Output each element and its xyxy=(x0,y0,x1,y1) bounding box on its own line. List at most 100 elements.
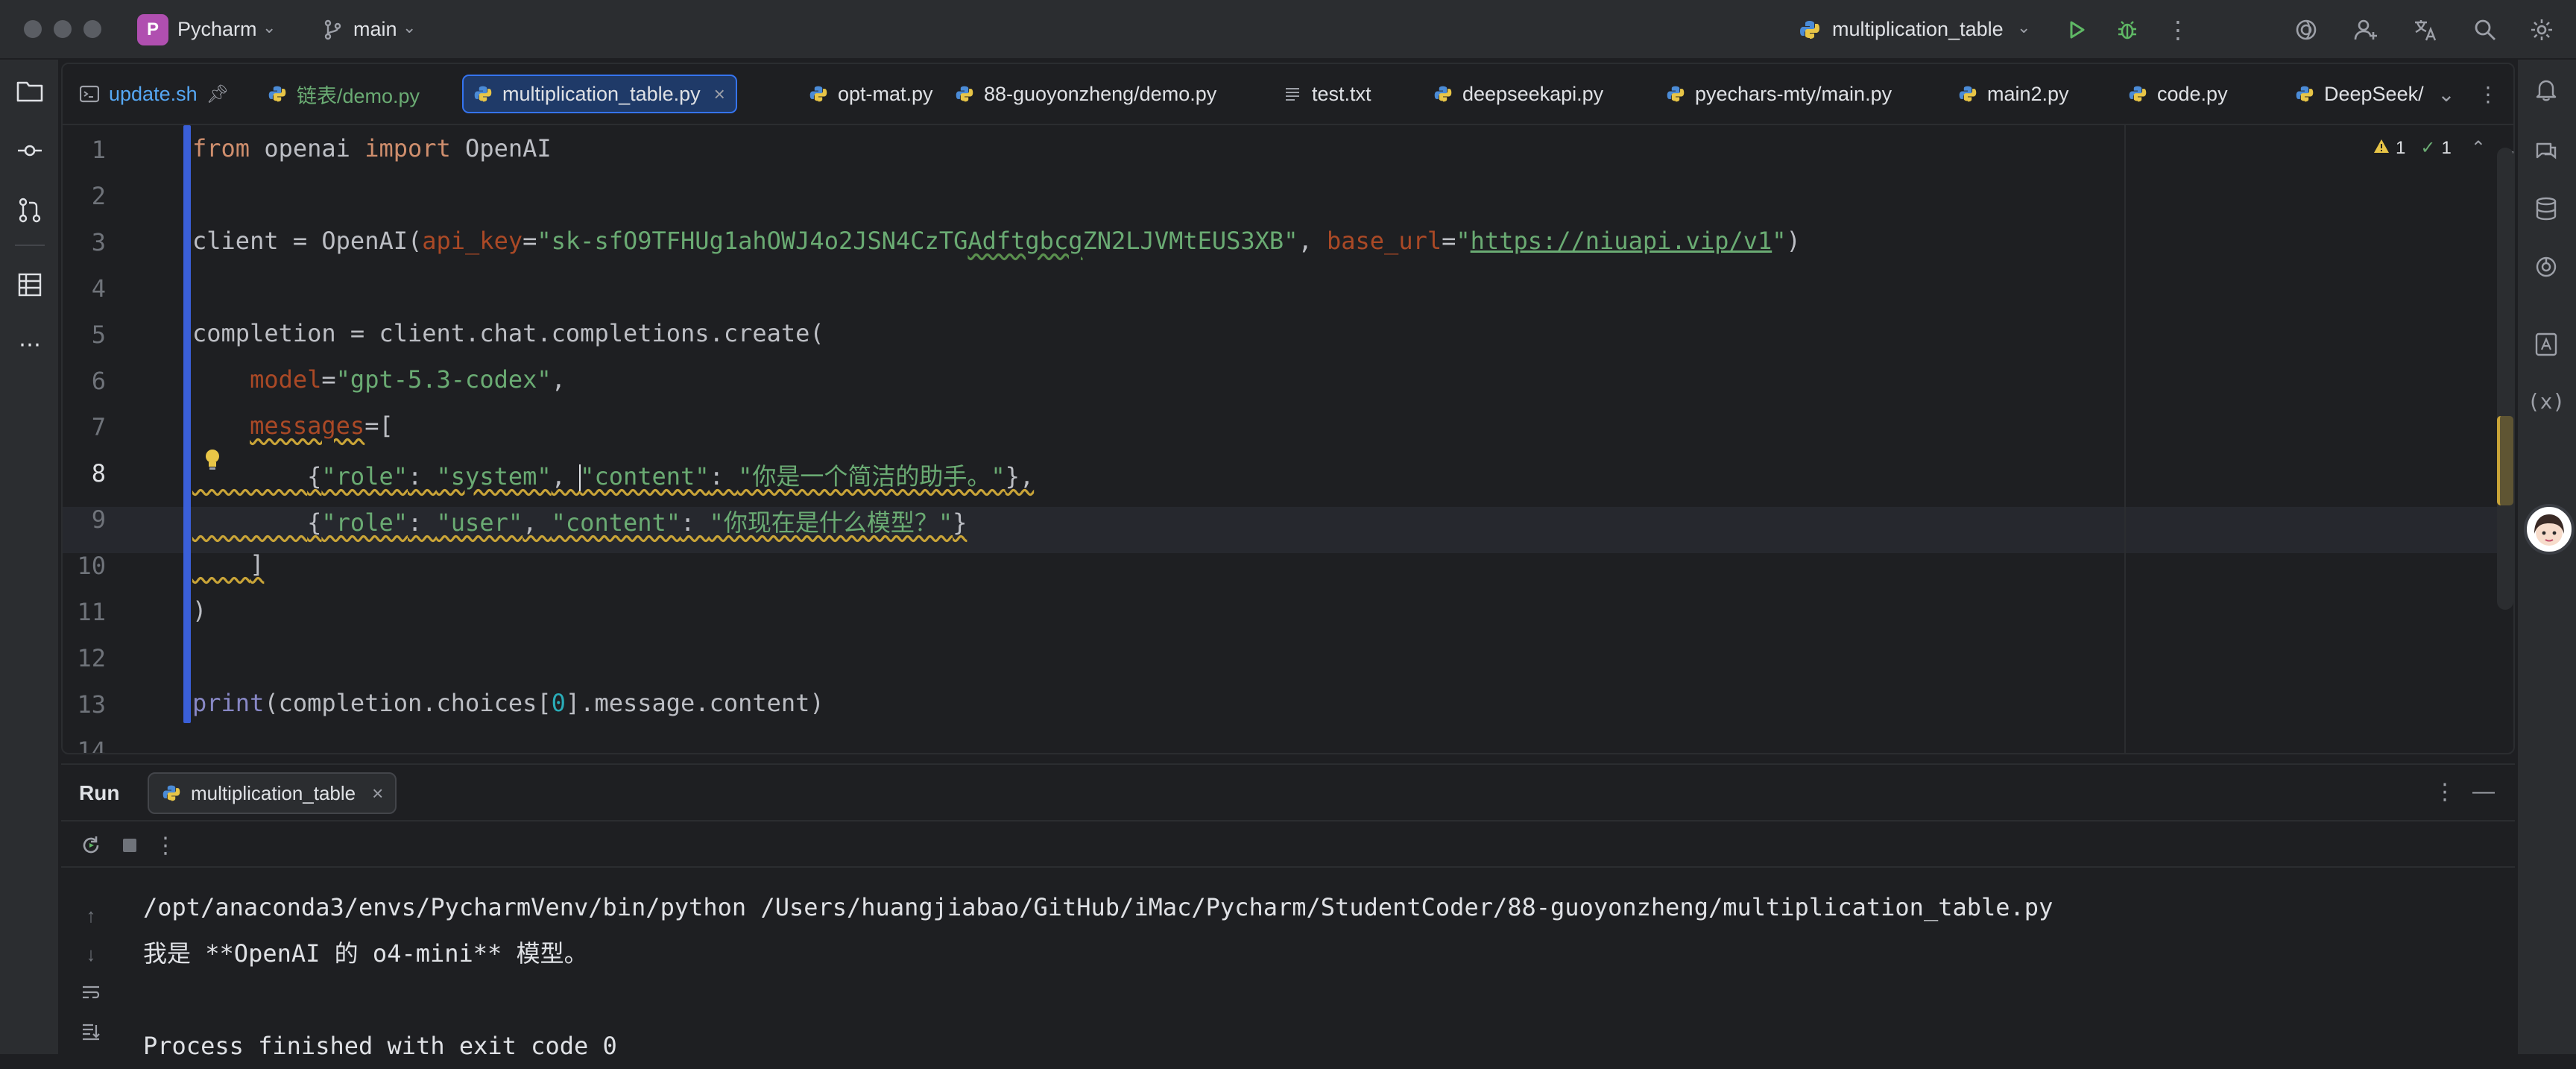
line-number: 14 xyxy=(77,737,106,754)
add-user-icon[interactable] xyxy=(2349,13,2382,46)
minimize-panel-icon[interactable]: — xyxy=(2470,778,2497,805)
pull-requests-icon[interactable] xyxy=(13,194,46,227)
code-area[interactable]: 1 2 3 4 5 6 7 8 9 10 11 12 13 14 from op… xyxy=(63,125,2513,754)
soft-wrap-icon[interactable] xyxy=(78,980,104,1006)
scroll-down-arrow-icon[interactable]: ↓ xyxy=(78,941,104,968)
tab-label: 88-guoyonzheng/demo.py xyxy=(984,82,1217,105)
python-icon xyxy=(1957,83,1978,104)
code-line-7: messages=[ xyxy=(250,411,394,440)
tab-overflow-chevron-icon[interactable]: ⌄ xyxy=(2433,81,2460,107)
branch-name[interactable]: main xyxy=(353,18,397,41)
tab-update-sh[interactable]: update.sh 📌︎ xyxy=(79,75,229,113)
commit-icon[interactable] xyxy=(13,134,46,167)
console-line: /opt/anaconda3/envs/PycharmVenv/bin/pyth… xyxy=(143,893,2053,921)
close-icon[interactable]: × xyxy=(714,83,725,106)
inspection-widget[interactable]: 1 ✓ 1 ⌃ ⌄ xyxy=(2373,137,2513,159)
url-link[interactable]: https://niuapi.vip/v1 xyxy=(1471,227,1772,255)
close-icon[interactable]: × xyxy=(372,782,383,805)
more-vertical-icon[interactable]: ⋮ xyxy=(2475,81,2501,107)
git-branch-icon[interactable] xyxy=(316,13,349,46)
tab-label: multiplication_table.py xyxy=(502,82,701,105)
tab-linked-list-demo[interactable]: 链表/demo.py xyxy=(267,75,420,113)
font-dictionary-icon[interactable] xyxy=(2530,328,2563,361)
run-toolbar: ⋮ xyxy=(61,823,2515,868)
run-tab-multiplication-table[interactable]: multiplication_table × xyxy=(148,772,397,814)
tab-test-txt[interactable]: test.txt xyxy=(1282,75,1371,113)
avatar[interactable] xyxy=(2524,504,2575,555)
code-line-6: model="gpt-5.3-codex", xyxy=(250,365,566,394)
editor-scrollbar[interactable] xyxy=(2497,148,2513,610)
chevron-down-icon[interactable]: ⌄ xyxy=(402,18,416,37)
tab-code[interactable]: code.py xyxy=(2127,75,2228,113)
python-icon xyxy=(1665,83,1686,104)
structure-icon[interactable] xyxy=(13,268,46,301)
line-number: 6 xyxy=(91,367,106,395)
check-icon: ✓ xyxy=(2420,138,2436,158)
shell-script-icon xyxy=(79,83,100,104)
line-number: 9 xyxy=(91,505,106,534)
more-vertical-icon[interactable]: ⋮ xyxy=(2431,778,2458,805)
window-close-button[interactable] xyxy=(24,20,42,38)
console-output[interactable]: /opt/anaconda3/envs/PycharmVenv/bin/pyth… xyxy=(143,884,2053,1069)
python-icon xyxy=(954,83,975,104)
line-number: 13 xyxy=(77,690,106,719)
stop-icon[interactable] xyxy=(116,832,143,859)
database-icon[interactable] xyxy=(2530,192,2563,225)
project-badge[interactable]: P xyxy=(137,14,168,45)
scrollbar-warning-marker[interactable] xyxy=(2497,416,2513,505)
tab-multiplication-table[interactable]: multiplication_table.py × xyxy=(462,75,737,113)
right-margin-guide xyxy=(2124,125,2126,753)
tab-label: opt-mat.py xyxy=(838,82,933,105)
python-icon xyxy=(2127,83,2148,104)
pin-icon[interactable]: 📌︎ xyxy=(206,83,229,105)
settings-gear-icon[interactable] xyxy=(2525,13,2558,46)
text-file-icon xyxy=(1282,83,1303,104)
more-vertical-icon[interactable]: ⋮ xyxy=(152,832,179,859)
tab-label: code.py xyxy=(2157,82,2228,105)
notifications-bell-icon[interactable] xyxy=(2530,73,2563,106)
window-zoom-button[interactable] xyxy=(83,20,101,38)
variables-icon[interactable]: (x) xyxy=(2528,385,2566,417)
run-header: Run multiplication_table × ⋮ — xyxy=(61,765,2515,822)
python-icon xyxy=(808,83,829,104)
translate-icon[interactable] xyxy=(2409,13,2442,46)
lightbulb-icon[interactable] xyxy=(201,447,224,473)
title-bar: P Pycharm ⌄ main ⌄ multiplication_table … xyxy=(0,0,2576,60)
ai-chat-icon[interactable] xyxy=(2530,134,2563,167)
ai-assistant-icon[interactable] xyxy=(2290,13,2323,46)
scroll-up-arrow-icon[interactable]: ↑ xyxy=(78,902,104,929)
search-icon[interactable] xyxy=(2469,13,2501,46)
console-line: Process finished with exit code 0 xyxy=(143,1032,617,1060)
tab-label: deepseekapi.py xyxy=(1462,82,1604,105)
more-vertical-icon[interactable]: ⋮ xyxy=(2162,13,2194,46)
right-tool-strip: (x) xyxy=(2516,60,2576,1054)
tab-main2[interactable]: main2.py xyxy=(1957,75,2069,113)
chevron-up-icon[interactable]: ⌃ xyxy=(2471,137,2486,159)
python-icon xyxy=(2294,83,2315,104)
tab-opt-mat[interactable]: opt-mat.py xyxy=(808,75,933,113)
window-minimize-button[interactable] xyxy=(54,20,72,38)
vcs-change-marker[interactable] xyxy=(183,125,191,723)
tab-guoyonzheng-demo[interactable]: 88-guoyonzheng/demo.py xyxy=(954,75,1216,113)
tab-pyechars-main[interactable]: pyechars-mty/main.py xyxy=(1665,75,1892,113)
run-icon[interactable] xyxy=(2060,13,2093,46)
debug-icon[interactable] xyxy=(2111,13,2144,46)
tab-label: 链表/demo.py xyxy=(297,84,420,107)
run-config-selector[interactable]: multiplication_table xyxy=(1832,18,2004,41)
console-line: 我是 **OpenAI 的 o4-mini** 模型。 xyxy=(143,939,588,968)
gutter: 1 2 3 4 5 6 7 8 9 10 11 12 13 14 xyxy=(63,125,189,754)
line-number-current: 8 xyxy=(91,459,106,488)
tab-deepseekapi[interactable]: deepseekapi.py xyxy=(1433,75,1603,113)
services-icon[interactable] xyxy=(2530,250,2563,283)
project-name[interactable]: Pycharm xyxy=(177,18,257,41)
chevron-down-icon[interactable]: ⌄ xyxy=(2017,18,2030,37)
line-number: 12 xyxy=(77,644,106,672)
code-line-10: ] xyxy=(250,550,265,578)
more-horizontal-icon[interactable]: ⋯ xyxy=(13,328,46,361)
project-folder-icon[interactable] xyxy=(13,75,46,107)
scroll-to-end-icon[interactable] xyxy=(78,1018,104,1045)
chevron-down-icon[interactable]: ⌄ xyxy=(262,18,276,37)
code-line-11: ) xyxy=(192,596,207,625)
rerun-icon[interactable] xyxy=(78,832,104,859)
